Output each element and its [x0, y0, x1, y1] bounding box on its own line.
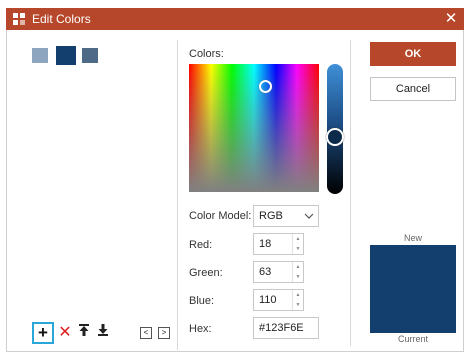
- next-page-button[interactable]: >: [158, 327, 170, 339]
- color-model-value: RGB: [259, 210, 283, 222]
- blue-label: Blue:: [189, 295, 215, 307]
- color-spectrum[interactable]: [189, 64, 319, 192]
- color-model-label: Color Model:: [189, 210, 252, 222]
- hex-input[interactable]: #123F6E: [253, 317, 319, 339]
- green-stepper-arrows[interactable]: ▲ ▼: [292, 262, 303, 282]
- green-stepper[interactable]: 63 ▲ ▼: [253, 261, 304, 283]
- palette-icon: [12, 12, 26, 26]
- current-color-label: Current: [397, 334, 428, 344]
- blue-stepper-arrows[interactable]: ▲ ▼: [292, 290, 303, 310]
- brightness-slider[interactable]: [326, 64, 344, 194]
- colors-label: Colors:: [189, 48, 224, 60]
- color-model-select[interactable]: RGB: [253, 205, 319, 227]
- ok-button[interactable]: OK: [370, 42, 456, 66]
- delete-color-button[interactable]: ✕: [56, 322, 74, 344]
- move-to-top-button[interactable]: [75, 322, 93, 344]
- red-value: 18: [259, 238, 272, 250]
- blue-stepper[interactable]: 110 ▲ ▼: [253, 289, 304, 311]
- spectrum-selector-handle[interactable]: [259, 80, 272, 93]
- swatch-1[interactable]: [32, 48, 48, 63]
- move-to-bottom-icon: [98, 324, 108, 336]
- swatch-3[interactable]: [82, 48, 98, 63]
- panel-divider: [350, 40, 351, 346]
- red-label: Red:: [189, 239, 213, 251]
- new-color-label: New: [403, 233, 422, 243]
- title-bar: Edit Colors ✕: [0, 0, 467, 34]
- title-bar-strip[interactable]: Edit Colors ✕: [6, 8, 464, 30]
- red-stepper[interactable]: 18 ▲ ▼: [253, 233, 304, 255]
- hex-label: Hex:: [189, 323, 212, 335]
- close-button[interactable]: ✕: [442, 10, 460, 28]
- window-title: Edit Colors: [32, 12, 91, 26]
- swatch-toolbar: + ✕ < >: [18, 322, 178, 346]
- previous-page-button[interactable]: <: [140, 327, 152, 339]
- brightness-slider-handle[interactable]: [326, 128, 344, 146]
- add-color-button[interactable]: +: [32, 322, 54, 344]
- cancel-button[interactable]: Cancel: [370, 77, 456, 101]
- blue-value: 110: [259, 294, 277, 306]
- red-stepper-arrows[interactable]: ▲ ▼: [292, 234, 303, 254]
- green-value: 63: [259, 266, 272, 278]
- green-label: Green:: [189, 267, 223, 279]
- color-swatch-panel: [18, 40, 178, 350]
- chevron-down-icon: [304, 213, 314, 219]
- swatch-2[interactable]: [56, 46, 76, 65]
- saturation-gradient: [189, 64, 319, 192]
- color-preview: [370, 245, 456, 333]
- move-to-bottom-button[interactable]: [94, 322, 112, 344]
- move-to-top-icon: [79, 324, 89, 336]
